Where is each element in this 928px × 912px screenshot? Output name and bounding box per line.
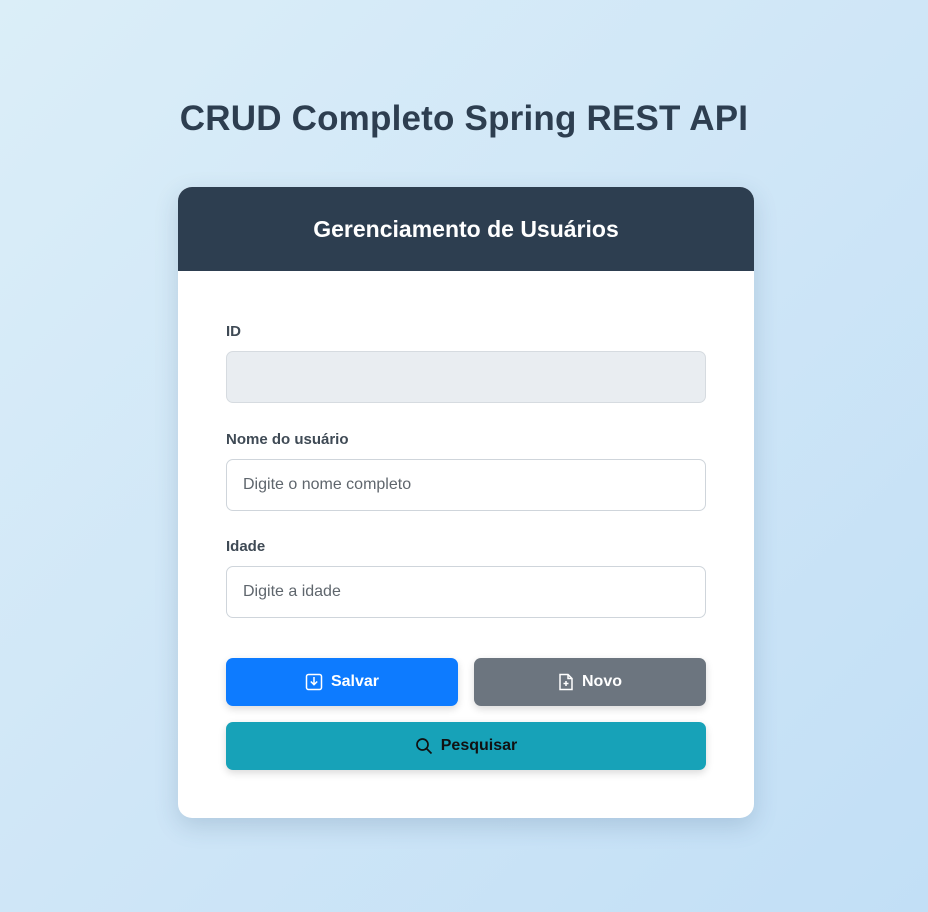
search-button-label: Pesquisar xyxy=(440,737,518,754)
new-file-icon xyxy=(558,673,574,691)
search-button[interactable]: Pesquisar xyxy=(226,722,706,770)
name-label: Nome do usuário xyxy=(226,431,349,448)
age-field[interactable] xyxy=(226,566,706,618)
age-label: Idade xyxy=(226,538,266,555)
search-icon xyxy=(415,737,433,755)
save-button-label: Salvar xyxy=(330,673,380,690)
new-button-label: Novo xyxy=(582,673,622,690)
new-button[interactable]: Novo xyxy=(474,658,706,706)
card-header-title: Gerenciamento de Usuários xyxy=(313,215,619,242)
page-title: CRUD Completo Spring REST API xyxy=(179,99,749,138)
save-icon xyxy=(305,673,323,691)
name-field[interactable] xyxy=(226,459,706,511)
card-header: Gerenciamento de Usuários xyxy=(178,187,754,271)
id-field[interactable] xyxy=(226,351,706,403)
save-button[interactable]: Salvar xyxy=(226,658,458,706)
id-label: ID xyxy=(226,323,241,340)
user-management-card: Gerenciamento de Usuários ID Nome do usu… xyxy=(178,187,754,818)
